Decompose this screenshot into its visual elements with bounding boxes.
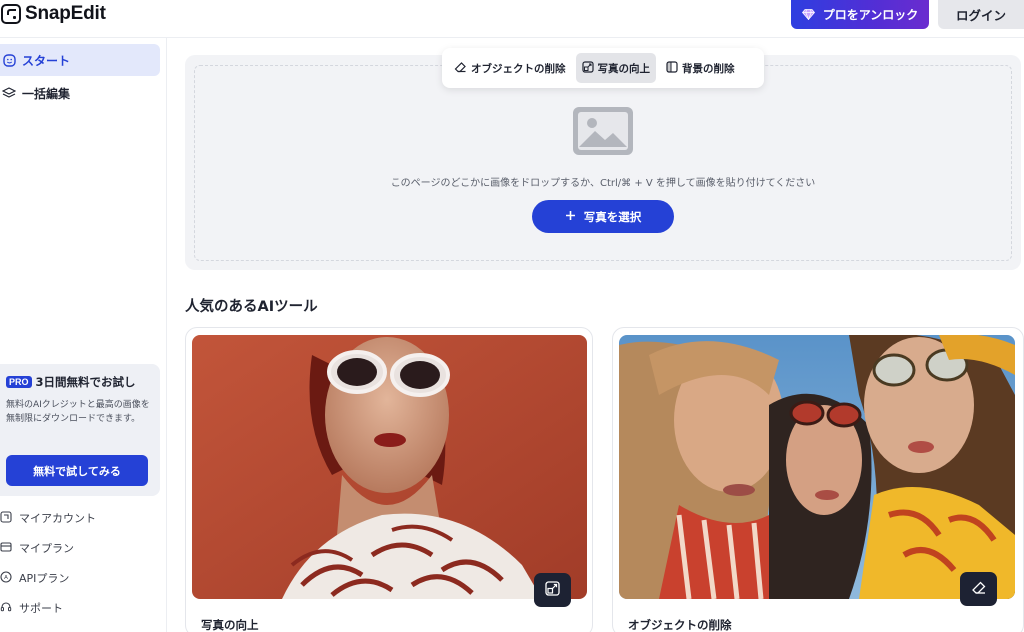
sidebar: スタート 一括編集 PRO 3日間無料でお試し 無料のAIクレジットと最高の画像…: [0, 38, 167, 632]
sidebar-item-my-plan[interactable]: マイプラン: [0, 538, 74, 558]
api-icon: A: [0, 570, 12, 586]
free-trial-button[interactable]: 無料で試してみる: [6, 455, 148, 486]
account-icon: [0, 510, 12, 526]
sidebar-item-label: APIプラン: [19, 572, 70, 585]
pro-trial-promo: PRO 3日間無料でお試し 無料のAIクレジットと最高の画像を無制限にダウンロー…: [0, 364, 160, 496]
tool-card-object-removal[interactable]: オブジェクトの削除: [612, 327, 1024, 632]
select-photo-button[interactable]: 写真を選択: [532, 200, 674, 233]
photo-enhance-preview-image: [192, 335, 587, 599]
sidebar-item-label: サポート: [19, 602, 63, 615]
drop-instruction: このページのどこかに画像をドロップするか、Ctrl/⌘ + V を押して画像を貼…: [390, 178, 816, 189]
app-root: SnapEdit プロをアンロック ログイン スタート 一括編集 PRO 3日間…: [0, 0, 1024, 632]
tool-card-label: オブジェクトの削除: [628, 618, 732, 632]
unlock-pro-button[interactable]: プロをアンロック: [791, 0, 929, 29]
select-photo-label: 写真を選択: [583, 209, 642, 224]
unlock-pro-label: プロをアンロック: [822, 8, 919, 22]
enhance-icon: [581, 60, 594, 76]
section-title: 人気のあるAIツール: [185, 299, 318, 315]
tab-background-removal[interactable]: 背景の削除: [660, 53, 741, 83]
image-placeholder-icon: [573, 107, 633, 155]
logo-icon: [1, 4, 21, 24]
smile-icon: [2, 53, 16, 67]
logo-text: SnapEdit: [25, 3, 106, 24]
promo-title: 3日間無料でお試し: [35, 375, 136, 389]
enhance-icon: [545, 580, 560, 600]
svg-text:A: A: [4, 575, 8, 581]
diamond-icon: [801, 9, 815, 20]
tool-card-label: 写真の向上: [201, 618, 259, 632]
sidebar-item-label: マイアカウント: [19, 512, 96, 525]
promo-description: 無料のAIクレジットと最高の画像を無制限にダウンロードできます。: [6, 400, 150, 424]
sidebar-item-api-plan[interactable]: A APIプラン: [0, 568, 69, 588]
tab-object-removal[interactable]: オブジェクトの削除: [448, 53, 572, 83]
tab-label: 写真の向上: [597, 62, 651, 75]
tab-label: オブジェクトの削除: [471, 62, 566, 75]
logo[interactable]: SnapEdit: [0, 2, 106, 26]
plus-icon: [565, 210, 576, 224]
object-removal-action-button[interactable]: [960, 572, 997, 606]
tab-label: 背景の削除: [682, 62, 735, 75]
sidebar-item-start[interactable]: スタート: [0, 44, 160, 76]
layers-icon: [2, 86, 16, 100]
promo-title-row: PRO 3日間無料でお試し: [6, 374, 154, 390]
photo-enhance-action-button[interactable]: [534, 573, 571, 607]
tool-tabs: オブジェクトの削除 写真の向上 背景の削除: [442, 48, 764, 88]
top-header: SnapEdit プロをアンロック ログイン: [0, 0, 1024, 38]
login-button[interactable]: ログイン: [938, 0, 1024, 29]
sidebar-item-label: マイプラン: [19, 542, 74, 555]
card-icon: [0, 541, 12, 556]
eraser-icon: [454, 61, 467, 76]
tab-photo-enhance[interactable]: 写真の向上: [575, 53, 656, 83]
headset-icon: [0, 601, 12, 616]
sidebar-item-label: スタート: [22, 53, 71, 68]
sidebar-item-support[interactable]: サポート: [0, 598, 63, 618]
eraser-icon: [971, 580, 987, 599]
bg-remove-icon: [666, 60, 678, 76]
object-removal-preview-image: [619, 335, 1015, 599]
sidebar-item-my-account[interactable]: マイアカウント: [0, 508, 96, 528]
pro-badge: PRO: [6, 376, 32, 388]
sidebar-item-label: 一括編集: [22, 86, 71, 101]
tool-card-photo-enhance[interactable]: 写真の向上: [185, 327, 593, 632]
sidebar-item-batch-edit[interactable]: 一括編集: [0, 77, 160, 109]
